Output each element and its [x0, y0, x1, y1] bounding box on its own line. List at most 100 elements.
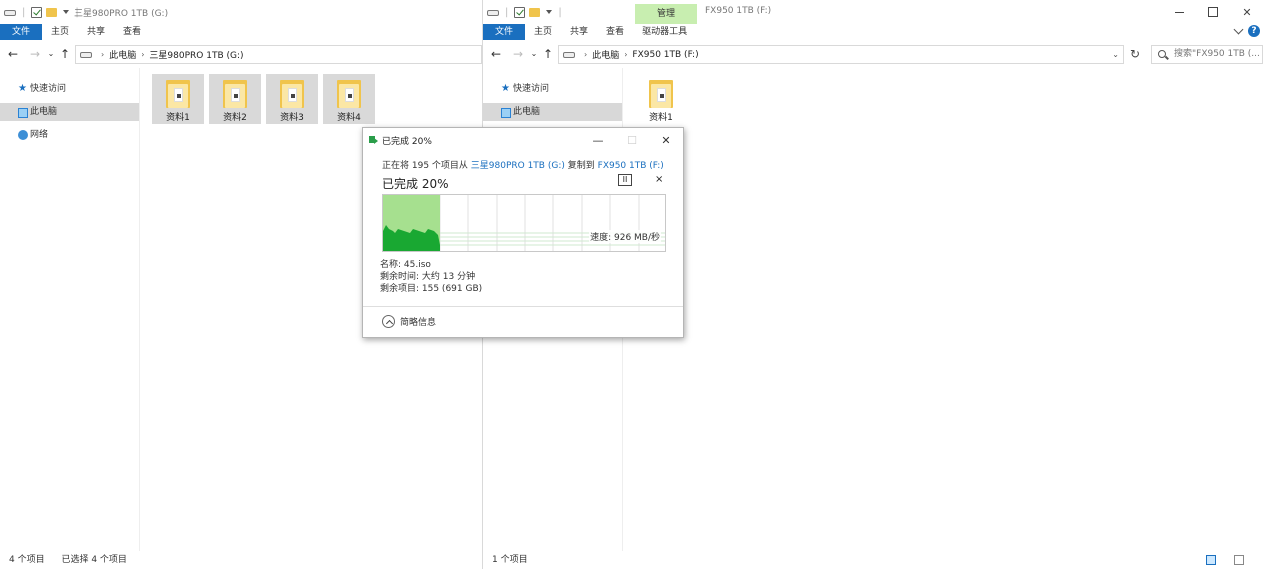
properties-check-icon[interactable] [31, 6, 43, 18]
less-info-toggle[interactable]: 简略信息 [382, 315, 436, 328]
ribbon-tabs: 文件 主页 共享 查看 [0, 24, 482, 40]
speed-readout: 速度: 926 MB/秒 [589, 230, 661, 243]
nav-item-network[interactable]: 网络 [0, 126, 139, 144]
nav-item-label: 快速访问 [30, 84, 67, 94]
search-icon [1158, 50, 1166, 58]
tab-share[interactable]: 共享 [561, 24, 597, 40]
quick-access-toolbar: | | [4, 5, 81, 19]
dialog-controls: — ☐ ✕ [581, 128, 683, 152]
status-bar: 1 个项目 [483, 551, 1264, 569]
source-link[interactable]: 三星980PRO 1TB (G:) [471, 161, 565, 171]
chevron-right-icon[interactable]: › [141, 50, 144, 59]
item-count: 1 个项目 [492, 555, 528, 565]
minimize-icon[interactable]: — [581, 128, 615, 152]
expand-ribbon-icon[interactable] [1233, 24, 1244, 35]
divider [363, 306, 683, 307]
manage-context-tab[interactable]: 管理 [635, 4, 697, 24]
address-dropdown-icon[interactable]: ⌄ [1112, 50, 1119, 59]
breadcrumb-this-pc[interactable]: 此电脑 [109, 48, 136, 61]
breadcrumb-this-pc[interactable]: 此电脑 [592, 48, 619, 61]
customize-dropdown-icon[interactable] [546, 10, 553, 14]
new-folder-icon[interactable] [529, 7, 541, 17]
chevron-right-icon[interactable]: › [101, 50, 104, 59]
forward-arrow-icon[interactable]: → [28, 46, 42, 62]
destination-link[interactable]: FX950 1TB (F:) [598, 161, 664, 171]
recent-dropdown-icon[interactable]: ⌄ [527, 46, 541, 62]
nav-item-quick-access[interactable]: ★ 快速访问 [483, 80, 622, 98]
pause-button[interactable]: II [618, 174, 632, 186]
breadcrumb-drive[interactable]: FX950 1TB (F:) [632, 50, 698, 60]
navigation-pane: ★ 快速访问 此电脑 网络 [0, 68, 140, 551]
nav-item-this-pc[interactable]: 此电脑 [0, 103, 139, 121]
window-controls: ✕ [1162, 0, 1264, 24]
window-title: FX950 1TB (F:) [705, 6, 772, 16]
minimize-icon[interactable] [1162, 0, 1196, 24]
chevron-up-icon [382, 315, 395, 328]
tab-drive-tools[interactable]: 驱动器工具 [633, 24, 696, 40]
up-arrow-icon[interactable]: ↑ [541, 46, 555, 62]
copy-progress-dialog: 已完成 20% — ☐ ✕ 正在将 195 个项目从 三星980PRO 1TB … [362, 127, 684, 338]
folder-icon [223, 80, 247, 108]
folder-item[interactable]: 资料3 [266, 74, 318, 124]
star-icon: ★ [18, 83, 27, 94]
back-arrow-icon[interactable]: ← [489, 46, 503, 62]
forward-arrow-icon[interactable]: → [511, 46, 525, 62]
nav-item-quick-access[interactable]: ★ 快速访问 [0, 80, 139, 98]
quick-access-toolbar: | | [487, 5, 564, 19]
tab-home[interactable]: 主页 [42, 24, 78, 40]
tab-home[interactable]: 主页 [525, 24, 561, 40]
search-input[interactable]: 搜索"FX950 1TB (... [1151, 45, 1263, 64]
copy-prefix: 正在将 195 个项目从 [382, 161, 468, 171]
file-list: 资料1 [623, 68, 1264, 551]
selected-count: 已选择 4 个项目 [61, 555, 127, 565]
details-view-icon[interactable] [1206, 555, 1216, 565]
close-icon[interactable]: ✕ [649, 128, 683, 152]
tab-file[interactable]: 文件 [0, 24, 43, 40]
back-arrow-icon[interactable]: ← [6, 46, 20, 62]
network-icon [18, 130, 28, 140]
tab-file[interactable]: 文件 [483, 24, 526, 40]
recent-dropdown-icon[interactable]: ⌄ [44, 46, 58, 62]
folder-icon [649, 80, 673, 108]
folder-item[interactable]: 资料4 [323, 74, 375, 124]
up-arrow-icon[interactable]: ↑ [58, 46, 72, 62]
less-info-label: 简略信息 [400, 318, 437, 328]
cancel-button[interactable]: × [655, 174, 663, 186]
nav-item-this-pc[interactable]: 此电脑 [483, 103, 622, 121]
large-icons-view-icon[interactable] [1234, 555, 1244, 565]
ribbon-right-controls: ? [1233, 24, 1260, 37]
copy-mid: 复制到 [567, 161, 595, 171]
window-title: 三星980PRO 1TB (G:) [74, 9, 169, 19]
dialog-title-bar: 已完成 20% — ☐ ✕ [363, 128, 683, 152]
refresh-icon[interactable]: ↻ [1127, 46, 1143, 62]
nav-item-label: 此电脑 [30, 107, 58, 117]
drive-icon [4, 10, 16, 16]
drive-icon [80, 51, 92, 58]
help-icon[interactable]: ? [1248, 25, 1260, 37]
chevron-right-icon[interactable]: › [624, 50, 627, 59]
folder-item[interactable]: 资料2 [209, 74, 261, 124]
tab-view[interactable]: 查看 [114, 24, 150, 40]
folder-label: 资料1 [166, 113, 190, 123]
breadcrumb-drive[interactable]: 三星980PRO 1TB (G:) [149, 48, 243, 61]
address-row: ← → ⌄ ↑ › 此电脑 › 三星980PRO 1TB (G:) [0, 42, 482, 66]
folder-item[interactable]: 资料1 [635, 74, 687, 124]
maximize-icon[interactable] [1196, 0, 1230, 24]
new-folder-icon[interactable] [46, 7, 58, 17]
folder-icon [166, 80, 190, 108]
address-bar[interactable]: › 此电脑 › FX950 1TB (F:) ⌄ [558, 45, 1124, 64]
tab-view[interactable]: 查看 [597, 24, 633, 40]
copy-details: 名称: 45.iso 剩余时间: 大约 13 分钟 剩余项目: 155 (691… [380, 259, 482, 295]
tab-share[interactable]: 共享 [78, 24, 114, 40]
file-name: 名称: 45.iso [380, 260, 431, 270]
properties-check-icon[interactable] [514, 6, 526, 18]
computer-icon [18, 108, 28, 118]
customize-dropdown-icon[interactable] [63, 10, 70, 14]
nav-item-label: 快速访问 [513, 84, 550, 94]
progress-graph: 速度: 926 MB/秒 [382, 194, 666, 252]
chevron-right-icon[interactable]: › [584, 50, 587, 59]
address-bar[interactable]: › 此电脑 › 三星980PRO 1TB (G:) [75, 45, 482, 64]
folder-item[interactable]: 资料1 [152, 74, 204, 124]
close-icon[interactable]: ✕ [1230, 0, 1264, 24]
folder-icon [280, 80, 304, 108]
